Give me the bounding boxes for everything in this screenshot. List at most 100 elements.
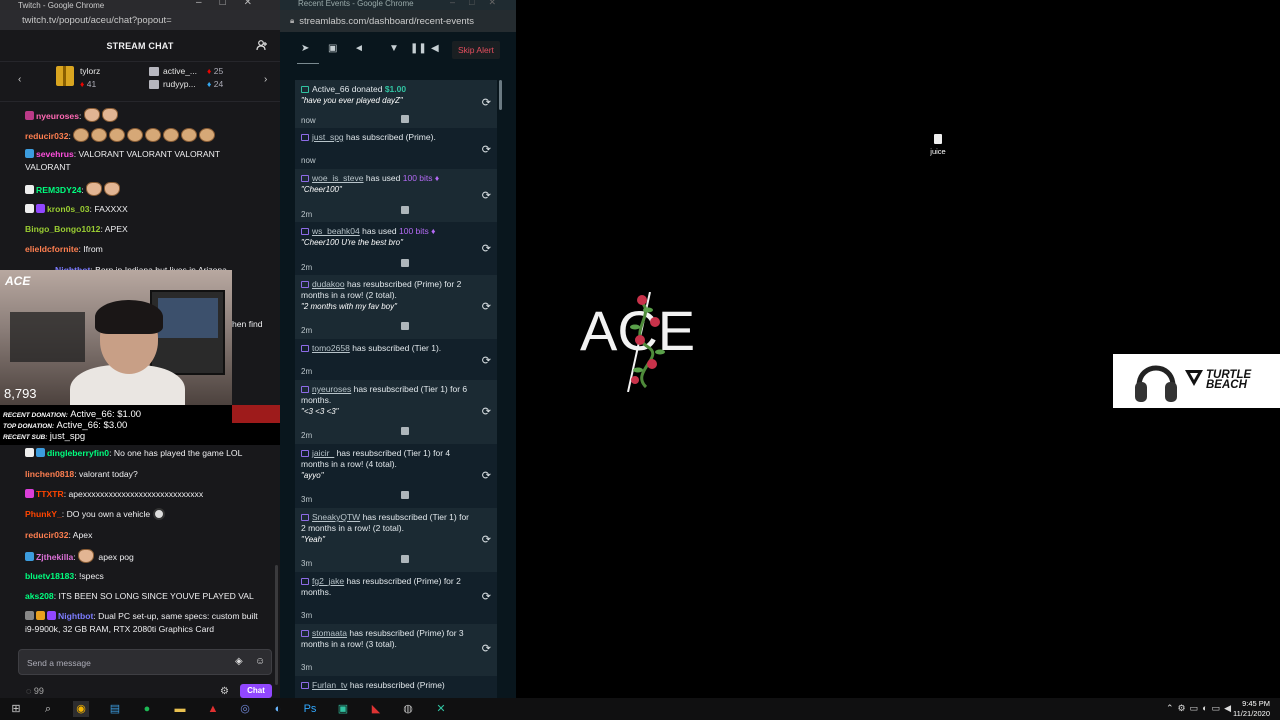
clock[interactable]: 9:45 PM 11/21/2020 (1233, 699, 1270, 719)
pause-icon[interactable]: ❚❚ (410, 43, 427, 54)
replay-icon[interactable]: ⟳ (482, 644, 491, 655)
adobe-icon[interactable]: ▲ (205, 701, 221, 717)
viewer-count: 8,793 (4, 386, 37, 401)
volume-icon[interactable]: ◀ (431, 43, 439, 54)
streamlabs-window-title: Recent Events - Google Chrome (298, 0, 414, 8)
chevron-left-icon[interactable]: ‹ (18, 74, 21, 85)
chat-message: dingleberryfin0: No one has played the g… (25, 447, 266, 460)
event-item[interactable]: jaicir_ has resubscribed (Tier 1) for 4 … (295, 444, 497, 508)
skip-alert-button[interactable]: Skip Alert (452, 41, 500, 59)
streamlabs-address-bar[interactable]: 🔒︎ streamlabs.com/dashboard/recent-event… (280, 10, 516, 32)
steam-icon[interactable]: ◍ (400, 701, 416, 717)
event-item[interactable]: stomaata has resubscribed (Prime) for 3 … (295, 624, 497, 676)
system-tray[interactable]: ⌃⚙▭◐▭◀ (1166, 703, 1235, 714)
copy-icon[interactable] (401, 555, 409, 563)
copy-icon[interactable] (401, 259, 409, 267)
twitch-address-bar[interactable]: twitch.tv/popout/aceu/chat?popout= (0, 10, 280, 30)
replay-icon[interactable]: ⟳ (482, 471, 491, 482)
ace-logo: ACE (580, 292, 710, 392)
replay-icon[interactable]: ⟳ (482, 145, 491, 156)
event-item[interactable]: tomo2658 has subscribed (Tier 1). 2m ⟳ (295, 339, 497, 380)
copy-icon[interactable] (401, 206, 409, 214)
chat-message: sevehrus: VALORANT VALORANT VALORANT VAL… (25, 149, 220, 172)
leader-2-name[interactable]: active_... (163, 66, 197, 76)
desktop: juice ACE TURTLE BEACH (516, 0, 1280, 698)
leader-2-count: ♦ 25 (207, 66, 224, 76)
chat-input-placeholder[interactable]: Send a message (27, 658, 91, 668)
url-text[interactable]: twitch.tv/popout/aceu/chat?popout= (22, 15, 172, 26)
discord-icon[interactable]: ◎ (237, 701, 253, 717)
send-icon[interactable]: ➤ (301, 43, 309, 54)
chat-message: bluetv18183: !specs (25, 571, 104, 581)
settings-gear-icon[interactable]: ⚙ (220, 686, 229, 697)
leader-1-name[interactable]: tylorz (80, 66, 100, 76)
spotify-icon[interactable]: ● (139, 701, 155, 717)
lock-icon: 🔒︎ (290, 16, 295, 25)
gift-icon[interactable]: ▣ (328, 43, 337, 54)
chat-scrollbar[interactable] (275, 565, 278, 685)
copy-icon[interactable] (401, 322, 409, 330)
bits-icon[interactable]: ◈ (235, 656, 247, 668)
event-item[interactable]: just_spg has subscribed (Prime). now ⟳ (295, 128, 497, 169)
chevron-right-icon[interactable]: › (264, 74, 267, 85)
chat-send-button[interactable]: Chat (240, 684, 272, 698)
chat-message: reducir032: (25, 128, 266, 143)
photoshop-icon[interactable]: Ps (302, 701, 318, 717)
url-text[interactable]: streamlabs.com/dashboard/recent-events (299, 16, 474, 27)
chat-message: PhunkY_: DO you own a vehicle (25, 508, 266, 521)
window-controls[interactable]: –□✕ (450, 0, 510, 7)
replay-icon[interactable]: ⟳ (482, 98, 491, 109)
replay-icon[interactable]: ⟳ (482, 592, 491, 603)
streamlabs-icon[interactable]: ▣ (335, 701, 351, 717)
replay-icon[interactable]: ⟳ (482, 244, 491, 255)
chat-message: Zjthekilla: apex pog (25, 549, 266, 564)
replay-icon[interactable]: ⟳ (482, 356, 491, 367)
file-explorer-icon[interactable]: ▤ (107, 701, 123, 717)
folder-icon[interactable]: ▬ (172, 701, 188, 717)
replay-icon[interactable]: ⟳ (482, 302, 491, 313)
replay-icon[interactable]: ⟳ (482, 535, 491, 546)
active-tab-indicator (297, 63, 319, 64)
webcam-overlay: ACE 8,793 (0, 270, 232, 420)
desktop-file-juice[interactable]: juice (928, 134, 948, 156)
event-item[interactable]: woe_is_steve has used 100 bits ♦ "Cheer10… (295, 169, 497, 222)
donation-overlay: RECENT DONATION: Active_66: $1.00 TOP DO… (0, 405, 280, 445)
windows-taskbar: ⊞ ⌕ ◉ ▤ ● ▬ ▲ ◎ ◐ Ps ▣ ◣ ◍ ✕ ⌃⚙▭◐▭◀ 9:45… (0, 698, 1280, 720)
event-item[interactable]: Active_66 donated $1.00 "have you ever pl… (295, 80, 497, 128)
streamlabs-title-bar: Recent Events - Google Chrome –□✕ (280, 0, 516, 10)
event-item[interactable]: fg2_jake has resubscribed (Prime) for 2 … (295, 572, 497, 624)
event-item[interactable]: ws_beahk04 has used 100 bits ♦ "Cheer100 … (295, 222, 497, 275)
channel-points[interactable]: ◌ 99 (26, 686, 44, 696)
bits-icon (149, 80, 159, 89)
event-item[interactable]: nyeuroses has resubscribed (Tier 1) for … (295, 380, 497, 444)
chat-message: kron0s_03: FAXXXX (25, 203, 266, 216)
replay-icon[interactable]: ⟳ (482, 191, 491, 202)
leader-3-name[interactable]: rudyyp... (163, 79, 196, 89)
chat-message: elieldcfornite: Ifrom (25, 244, 103, 254)
events-scrollbar[interactable] (499, 80, 502, 110)
event-item[interactable]: dudakoo has resubscribed (Prime) for 2 m… (295, 275, 497, 339)
turtle-beach-sponsor: TURTLE BEACH (1113, 354, 1280, 408)
xbox-icon[interactable]: ✕ (433, 701, 449, 717)
filter-icon[interactable]: ▼ (389, 43, 399, 54)
streamlabs-window: Recent Events - Google Chrome –□✕ 🔒︎ str… (280, 0, 516, 698)
emote-picker-icon[interactable]: ☺ (255, 656, 267, 668)
stream-chat-title: STREAM CHAT (106, 40, 174, 51)
copy-icon[interactable] (401, 115, 409, 123)
chat-input[interactable]: Send a message ◈ ☺ (18, 649, 272, 675)
event-item[interactable]: SneakyQTW has resubscribed (Tier 1) for … (295, 508, 497, 572)
window-controls[interactable]: –□✕ (196, 0, 270, 8)
megaphone-icon[interactable]: ◄ (354, 43, 364, 54)
start-windows-icon[interactable]: ⊞ (8, 701, 24, 717)
webcam-tag: ACE (5, 274, 31, 288)
copy-icon[interactable] (401, 427, 409, 435)
users-icon[interactable] (256, 39, 268, 51)
app-icon[interactable]: ◐ (270, 701, 286, 717)
copy-icon[interactable] (401, 491, 409, 499)
app-icon[interactable]: ◣ (368, 701, 384, 717)
event-item[interactable]: Furlan_tv has resubscribed (Prime) (295, 676, 497, 698)
file-icon (934, 134, 942, 144)
search-icon[interactable]: ⌕ (40, 701, 56, 717)
chrome-icon[interactable]: ◉ (73, 701, 89, 717)
replay-icon[interactable]: ⟳ (482, 407, 491, 418)
